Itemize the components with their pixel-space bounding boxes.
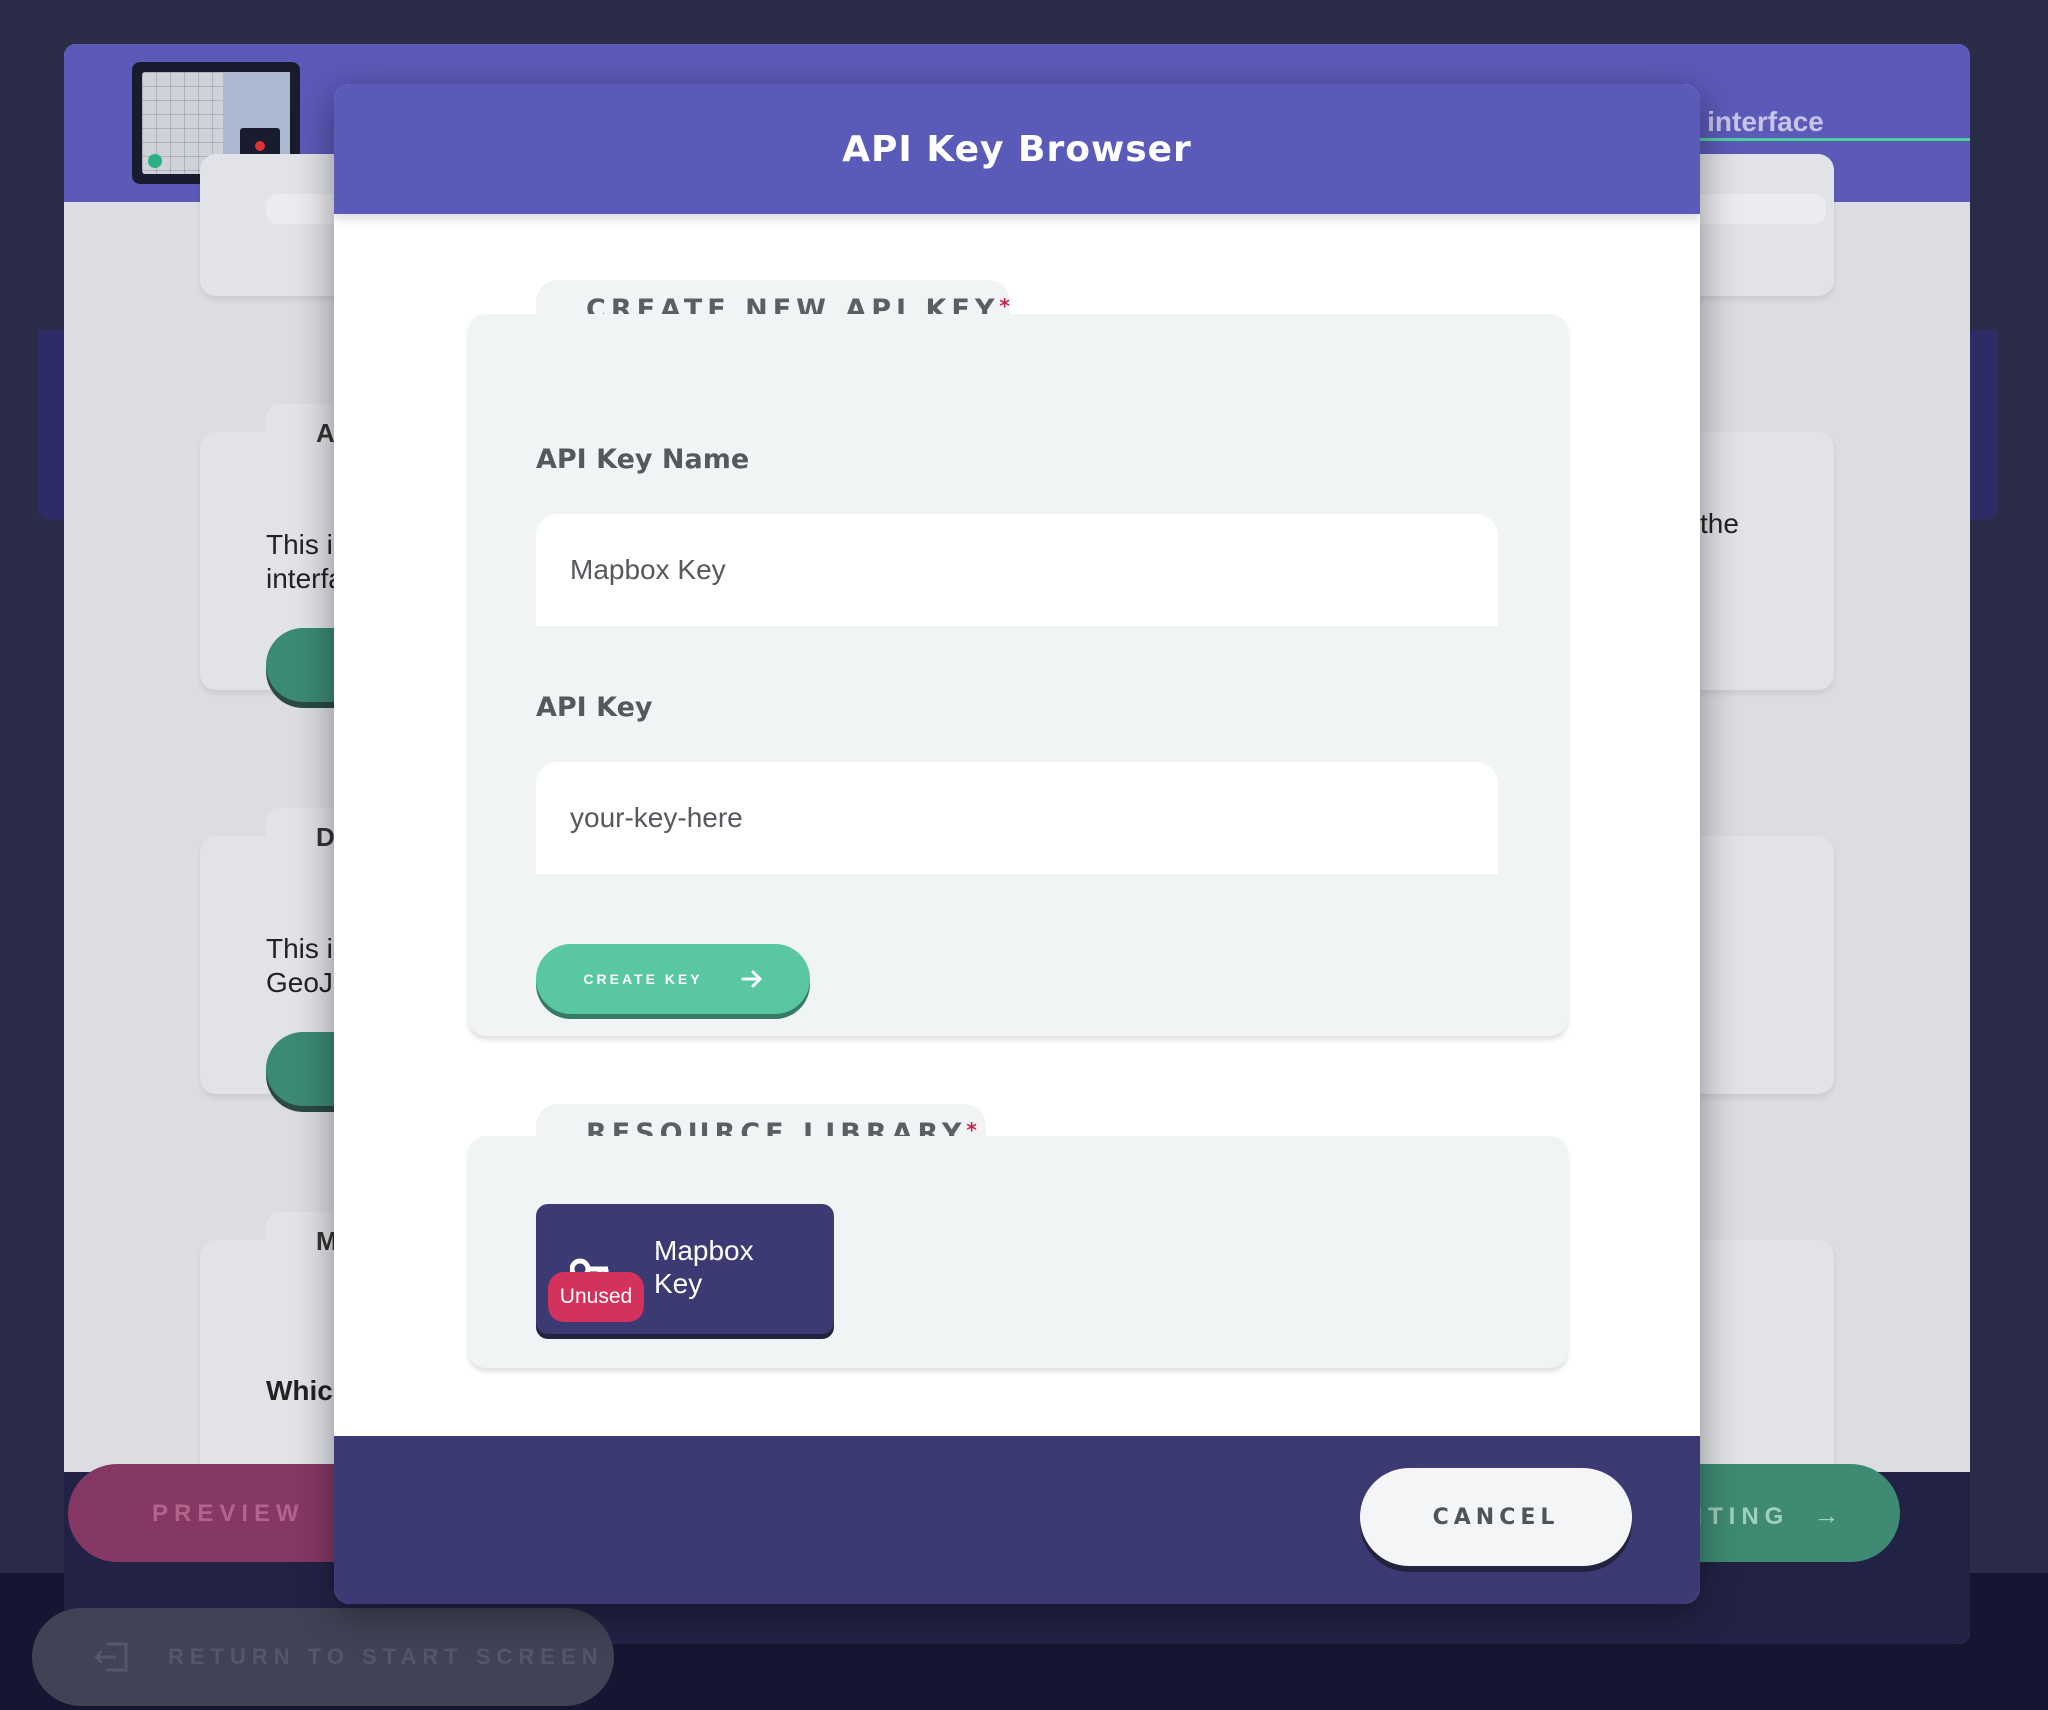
create-api-key-section: API Key Name API Key CREATE KEY [468,314,1568,1036]
api-key-name-input[interactable] [536,514,1498,626]
create-key-label: CREATE KEY [583,971,703,987]
modal-title: API Key Browser [842,128,1192,170]
unused-status-badge: Unused [548,1272,644,1322]
modal-header: API Key Browser [334,84,1700,214]
resource-card[interactable]: Mapbox Key Unused [536,1204,834,1334]
api-key-input[interactable] [536,762,1498,874]
cancel-button[interactable]: CANCEL [1360,1468,1632,1566]
api-key-browser-modal: API Key Browser CREATE NEW API KEY* API … [334,84,1700,1604]
create-key-button[interactable]: CREATE KEY [536,944,810,1014]
arrow-right-icon [741,970,762,988]
api-key-label: API Key [536,692,653,723]
resource-library-section: Mapbox Key Unused [468,1136,1568,1368]
resource-name: Mapbox Key [654,1235,754,1299]
api-key-name-label: API Key Name [536,444,750,475]
modal-footer: CANCEL [334,1436,1700,1604]
modal-body: CREATE NEW API KEY* API Key Name API Key… [334,214,1700,1436]
